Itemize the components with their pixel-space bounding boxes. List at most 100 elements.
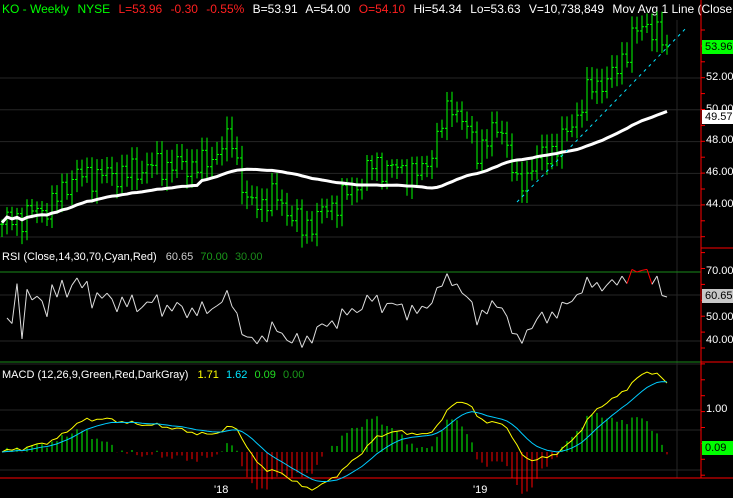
rsi-segment [441, 273, 448, 287]
rsi-segment [366, 294, 373, 302]
rsi-label: RSI (Close,14,30,70,Cyan,Red) [2, 251, 157, 263]
rsi-segment [361, 294, 368, 310]
price-bar [395, 158, 399, 179]
rsi-segment [6, 317, 13, 324]
rsi-segment [206, 308, 213, 315]
price-bar [585, 67, 589, 121]
rsi-segment [121, 296, 128, 308]
rsi-segment [436, 285, 443, 289]
rsi-segment [256, 335, 263, 345]
price-bar [565, 116, 569, 142]
rsi-value: 60.65 [165, 251, 194, 263]
rsi-segment [76, 277, 83, 289]
price-bar [315, 202, 319, 247]
rsi-segment [36, 295, 43, 302]
price-bar [510, 133, 514, 182]
rsi-segment [21, 289, 28, 340]
rsi-segment [651, 275, 658, 285]
rsi-segment [526, 328, 533, 331]
price-bar [50, 185, 54, 229]
price-bar [590, 67, 594, 100]
rsi-segment [446, 273, 453, 286]
rsi-segment [391, 302, 398, 306]
chart-canvas[interactable] [0, 0, 733, 498]
price-bar [95, 159, 99, 204]
rsi-segment [101, 292, 108, 299]
price-bar [605, 66, 609, 99]
rsi-segment [511, 332, 518, 335]
price-bar [430, 150, 434, 179]
price-bar [170, 149, 174, 183]
rsi-segment [111, 298, 118, 313]
price-bar [240, 145, 244, 205]
rsi-segment [226, 290, 233, 307]
rsi-segment [241, 334, 248, 338]
price-bar [40, 201, 44, 223]
rsi-segment [591, 282, 598, 288]
price-bar [220, 136, 224, 166]
rsi-segment [211, 305, 218, 310]
rsi-segment [416, 305, 423, 314]
rsi-segment [221, 290, 228, 303]
rsi-segment [551, 311, 558, 319]
price-bar [105, 156, 109, 184]
rsi-segment [516, 333, 523, 344]
rsi-segment [596, 282, 603, 292]
price-bar [390, 159, 394, 178]
price-bar [595, 68, 599, 105]
price-bar [445, 91, 449, 141]
macd-value: 1.71 [197, 369, 219, 381]
rsi-segment [496, 306, 503, 309]
rsi-segment [371, 294, 378, 302]
price-bar [440, 119, 444, 138]
rsi-segment [561, 301, 568, 305]
price-bar [370, 155, 374, 181]
price-tick: 52.00 [706, 71, 733, 83]
price-bar [90, 157, 94, 203]
rsi-segment [536, 311, 543, 320]
macd-legend: MACD (12,26,9,Green,Red,DarkGray) 1.71 1… [2, 369, 304, 381]
rsi-segment [181, 306, 188, 319]
rsi-segment [396, 303, 403, 306]
signal-value: 1.62 [226, 369, 248, 381]
price-bar [55, 185, 59, 214]
price-bar [140, 160, 144, 185]
rsi-segment [126, 294, 133, 308]
price-bar [630, 16, 634, 73]
rsi-segment [336, 308, 343, 329]
price-bar [480, 129, 484, 174]
rsi-segment [296, 333, 303, 348]
rsi-segment [616, 275, 623, 286]
rsi-tick: 70.00 [706, 265, 733, 277]
rsi-segment [156, 294, 163, 317]
rsi-segment [661, 295, 668, 298]
rsi-segment [131, 294, 138, 312]
price-bar [640, 15, 644, 41]
rsi-segment [351, 308, 358, 314]
x-label-19: '19 [473, 484, 488, 496]
price-bar [150, 152, 154, 178]
price-bar [525, 160, 529, 204]
price-bar [225, 116, 229, 162]
rsi-segment [231, 306, 238, 314]
rsi-segment [481, 309, 488, 315]
rsi-segment [236, 313, 243, 335]
signal-line [1, 381, 668, 482]
price-bar [615, 55, 619, 87]
price-bar [185, 148, 189, 189]
price-bar [345, 178, 349, 200]
rsi-segment [611, 279, 618, 286]
rsi-segment [31, 295, 38, 301]
rsi-segment [136, 306, 143, 313]
price-bar [460, 101, 464, 130]
price-bar [575, 102, 579, 139]
price-bar [195, 149, 199, 179]
rsi-segment [621, 275, 628, 284]
price-bar [320, 198, 324, 224]
price-bar [635, 16, 639, 44]
price-bar [330, 195, 334, 221]
rsi-segment [331, 320, 338, 329]
price-bar [65, 173, 69, 200]
price-bar [115, 162, 119, 199]
price-bar [290, 205, 294, 227]
